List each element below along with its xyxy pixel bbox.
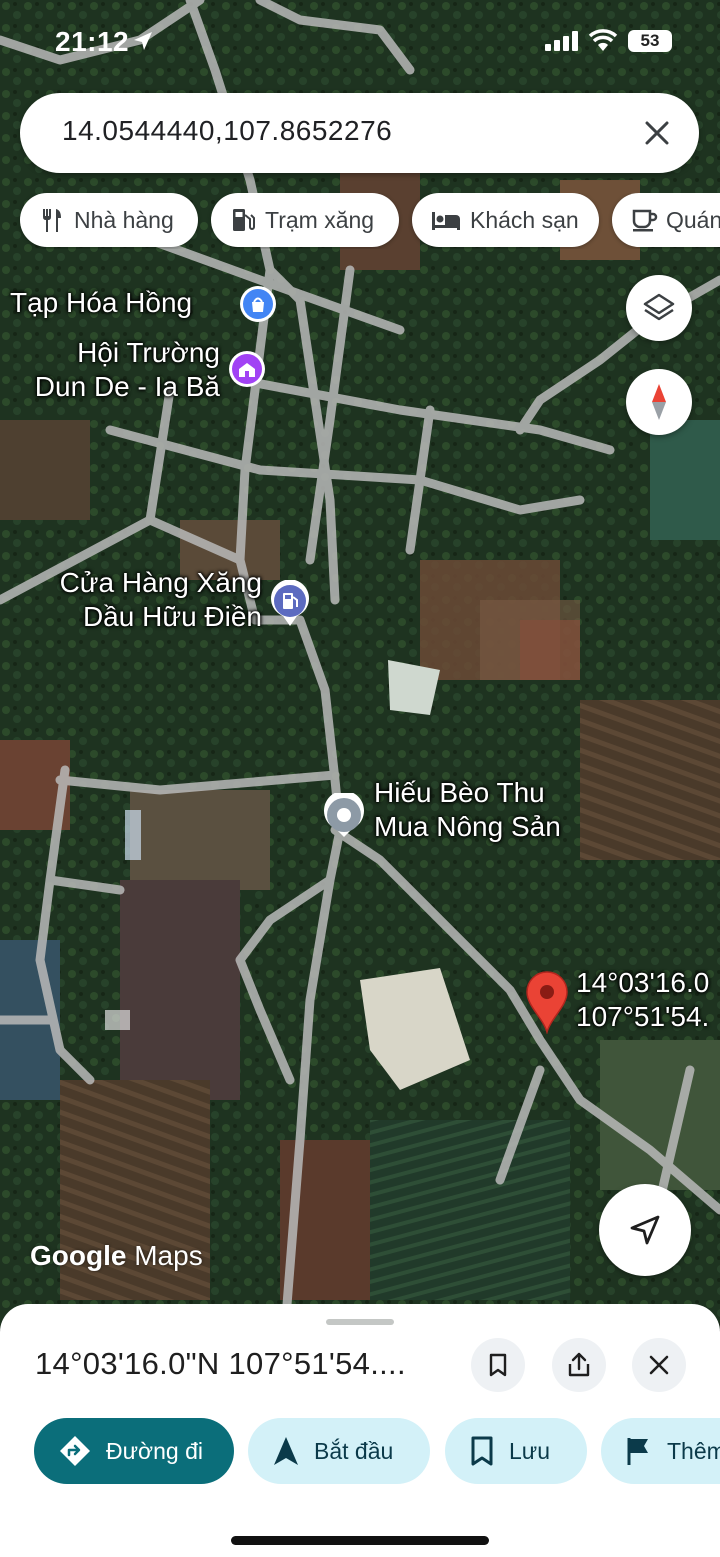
wifi-icon bbox=[588, 29, 618, 51]
poi-name-line2: Dun De - Ia Bă bbox=[34, 371, 220, 402]
share-button[interactable] bbox=[552, 1338, 606, 1392]
bookmark-icon bbox=[489, 1353, 507, 1377]
action-label: Đường đi bbox=[106, 1437, 203, 1464]
attribution-maps: Maps bbox=[134, 1240, 203, 1271]
layers-button[interactable] bbox=[626, 275, 692, 341]
search-box[interactable]: 14.0544440,107.8652276 bbox=[20, 93, 699, 173]
poi-label-hoi-truong[interactable]: Hội Trường Dun De - Ia Bă bbox=[2, 336, 220, 404]
directions-button[interactable]: Đường đi bbox=[34, 1418, 234, 1484]
gas-station-icon bbox=[233, 209, 255, 231]
save-icon-button[interactable] bbox=[471, 1338, 525, 1392]
start-button[interactable]: Bắt đầu bbox=[248, 1418, 430, 1484]
location-arrow-icon bbox=[134, 32, 152, 50]
poi-name-line1: Hiếu Bèo Thu bbox=[374, 777, 545, 808]
status-time: 21:12 bbox=[55, 26, 130, 57]
compass-button[interactable] bbox=[626, 369, 692, 435]
poi-label-cua-hang-xang[interactable]: Cửa Hàng Xăng Dầu Hữu Điền bbox=[20, 566, 262, 634]
gas-station-pin-icon[interactable] bbox=[269, 579, 311, 633]
cafe-icon bbox=[632, 209, 658, 232]
directions-icon bbox=[60, 1436, 90, 1466]
save-button[interactable]: Lưu bbox=[445, 1418, 587, 1484]
shopping-bag-icon[interactable] bbox=[238, 284, 278, 333]
poi-name-line1: Hội Trường bbox=[77, 337, 220, 368]
chip-label: Nhà hàng bbox=[74, 206, 174, 233]
poi-label-tap-hoa-hong[interactable]: Tạp Hóa Hồng bbox=[10, 286, 192, 320]
poi-label-hieu-beo-thu[interactable]: Hiếu Bèo Thu Mua Nông Sản bbox=[374, 776, 561, 844]
share-icon bbox=[568, 1352, 590, 1377]
home-indicator bbox=[231, 1536, 489, 1545]
chip-restaurants[interactable]: Nhà hàng bbox=[20, 193, 198, 247]
navigation-icon bbox=[274, 1437, 298, 1465]
dropped-pin-label-line1: 14°03'16.0 bbox=[576, 967, 710, 998]
status-bar: 21:12 53 bbox=[0, 0, 720, 84]
action-label: Thêm bbox=[667, 1437, 720, 1464]
restaurant-icon bbox=[43, 209, 61, 232]
category-chips: Nhà hàng Trạm xăng Khách sạn Quán bbox=[0, 193, 720, 249]
my-location-button[interactable] bbox=[599, 1184, 691, 1276]
dropped-pin-label-line2: 107°51'54. bbox=[576, 1001, 710, 1032]
place-title: 14°03'16.0"N 107°51'54.... bbox=[35, 1346, 406, 1381]
battery-indicator: 53 bbox=[628, 30, 672, 52]
dropped-pin-label: 14°03'16.0 107°51'54. bbox=[576, 966, 709, 1034]
chip-gas-stations[interactable]: Trạm xăng bbox=[211, 193, 399, 247]
chip-cafes[interactable]: Quán bbox=[612, 193, 720, 247]
bookmark-icon bbox=[471, 1436, 493, 1466]
close-sheet-button[interactable] bbox=[632, 1338, 686, 1392]
chip-label: Quán bbox=[666, 206, 720, 233]
more-button[interactable]: Thêm bbox=[601, 1418, 720, 1484]
close-icon[interactable] bbox=[641, 117, 673, 149]
attribution-google: Google bbox=[30, 1240, 127, 1271]
place-icon[interactable] bbox=[322, 790, 366, 844]
hotel-icon bbox=[432, 212, 460, 230]
cellular-signal-icon bbox=[545, 31, 578, 51]
chip-hotels[interactable]: Khách sạn bbox=[412, 193, 599, 247]
poi-name-line2: Dầu Hữu Điền bbox=[82, 601, 262, 632]
landmark-icon[interactable] bbox=[227, 349, 267, 394]
chip-label: Trạm xăng bbox=[265, 206, 375, 233]
chip-label: Khách sạn bbox=[470, 206, 579, 233]
place-bottom-sheet[interactable]: 14°03'16.0"N 107°51'54.... Đường đi Bắt … bbox=[0, 1304, 720, 1557]
action-label: Bắt đầu bbox=[314, 1437, 394, 1464]
action-label: Lưu bbox=[509, 1437, 550, 1464]
sheet-drag-handle[interactable] bbox=[326, 1319, 394, 1325]
dropped-pin-icon[interactable] bbox=[523, 970, 571, 1039]
search-query[interactable]: 14.0544440,107.8652276 bbox=[62, 115, 392, 147]
poi-name-line2: Mua Nông Sản bbox=[374, 811, 561, 842]
poi-name-line1: Cửa Hàng Xăng bbox=[59, 567, 262, 598]
navigation-arrow-icon bbox=[630, 1215, 660, 1245]
action-buttons: Đường đi Bắt đầu Lưu Thêm bbox=[0, 1418, 720, 1488]
google-maps-attribution: Google Maps bbox=[30, 1240, 203, 1272]
layers-icon bbox=[643, 293, 675, 321]
close-icon bbox=[649, 1355, 669, 1375]
compass-icon bbox=[652, 384, 666, 420]
flag-icon bbox=[627, 1438, 648, 1465]
